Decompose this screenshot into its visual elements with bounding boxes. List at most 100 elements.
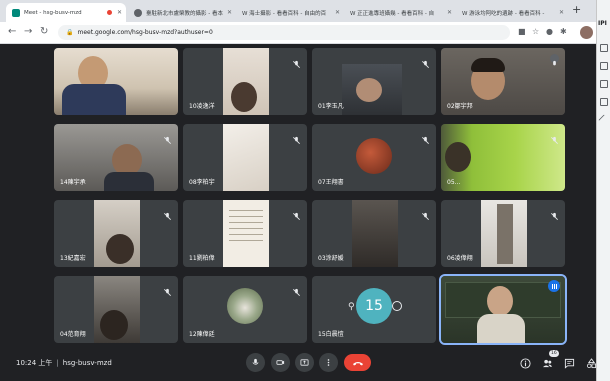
puzzle-icon[interactable]: ✱ [560, 27, 567, 36]
globe-icon [134, 8, 142, 17]
tab-label: Meet - hsg-busv-mzd [24, 9, 82, 16]
lock-icon: 🔒 [66, 29, 74, 36]
chat-button[interactable] [563, 357, 575, 369]
pen-icon[interactable] [598, 114, 610, 126]
participant-tile[interactable]: 07王翔書 [312, 124, 436, 191]
participant-name: 08李柏宇 [189, 179, 215, 186]
participant-name: 14陳宇承 [60, 179, 86, 186]
present-icon [300, 359, 309, 366]
participant-tile[interactable]: 03涂舒媛 [312, 200, 436, 267]
url-field[interactable]: 🔒 meet.google.com/hsg-busv-mzd?authuser=… [58, 25, 510, 40]
shapes-icon [586, 357, 596, 368]
mic-off-icon [163, 206, 172, 220]
mic-off-icon [292, 206, 301, 220]
reload-icon[interactable]: ↻ [40, 26, 48, 37]
recording-dot-icon [107, 10, 112, 15]
participant-tile[interactable]: 06凌偉翔 [441, 200, 565, 267]
people-icon [542, 359, 552, 367]
participant-tile[interactable]: 05... [441, 124, 565, 191]
side-panel-label: IPI [598, 20, 607, 27]
back-arrow-icon[interactable]: ← [8, 26, 16, 37]
meeting-info: 10:24 上午 | hsg-busv-mzd [16, 358, 112, 368]
participant-tile[interactable]: 08李柏宇 [183, 124, 307, 191]
panel-tool-icon[interactable] [600, 62, 608, 70]
tab-3[interactable]: W 海士攝影 - 看看百科 - 自由的百 ✕ [236, 3, 344, 22]
activities-button[interactable] [585, 357, 597, 369]
paper-lines [229, 210, 263, 211]
participant-tile[interactable]: 02鄒宇邦 [441, 48, 565, 115]
close-tab-icon[interactable]: ✕ [227, 9, 232, 16]
participant-name: 10凌逸洋 [189, 103, 215, 110]
present-screen-button[interactable] [295, 353, 314, 372]
remove-icon[interactable] [392, 301, 402, 311]
meeting-code: hsg-busv-mzd [62, 359, 112, 367]
more-options-button[interactable] [319, 353, 338, 372]
leave-call-button[interactable] [344, 354, 371, 371]
bookmark-star-icon[interactable]: ☆ [532, 27, 539, 36]
close-tab-icon[interactable]: ✕ [117, 9, 122, 16]
address-bar: ← → ↻ 🔒 meet.google.com/hsg-busv-mzd?aut… [0, 22, 596, 44]
mic-off-icon [421, 130, 430, 144]
profile-avatar[interactable] [580, 26, 593, 39]
participant-tile[interactable]: 11劉柏偉 [183, 200, 307, 267]
camera-icon [276, 360, 285, 365]
panel-tool-icon[interactable] [600, 80, 608, 88]
avatar: 15 [356, 288, 392, 324]
face [231, 82, 257, 112]
participant-tile[interactable]: 01李玉凡 [312, 48, 436, 115]
participant-tile[interactable] [54, 48, 178, 115]
mic-off-icon [550, 130, 559, 144]
tab-meet[interactable]: Meet - hsg-busv-mzd ✕ [6, 3, 126, 22]
video-feed [352, 200, 398, 267]
face [487, 286, 513, 316]
participant-tile[interactable]: 14陳宇承 [54, 124, 178, 191]
new-tab-button[interactable]: + [572, 3, 581, 16]
video-feed [223, 124, 269, 191]
participants-button[interactable] [541, 357, 553, 369]
participant-name: 03涂舒媛 [318, 255, 344, 262]
extension-icon[interactable]: ● [546, 27, 553, 36]
camera-indicator-icon[interactable]: ■ [518, 27, 526, 36]
forward-arrow-icon[interactable]: → [24, 26, 32, 37]
face [100, 310, 128, 340]
close-tab-icon[interactable]: ✕ [447, 9, 452, 16]
participant-tile-active-speaker[interactable] [439, 274, 567, 345]
shirt [477, 314, 525, 343]
participant-tile[interactable]: 10凌逸洋 [183, 48, 307, 115]
mic-off-icon [421, 54, 430, 68]
tab-5[interactable]: W 游泳均阿吃的遺跡 - 看看百科 - ✕ [456, 3, 568, 22]
close-tab-icon[interactable]: ✕ [335, 9, 340, 16]
avatar [227, 288, 263, 324]
participant-tile[interactable]: 13紀嘉宏 [54, 200, 178, 267]
participant-name: 15白晨愷 [318, 331, 344, 338]
tab-label: W 海士攝影 - 看看百科 - 自由的百 [242, 10, 327, 17]
participant-name: 05... [447, 179, 461, 186]
tab-4[interactable]: W 正正進專班攝幾 - 看看百科 - 自 ✕ [344, 3, 456, 22]
speaking-indicator-icon [548, 280, 560, 292]
face [106, 234, 134, 264]
panel-tool-icon[interactable] [600, 98, 608, 106]
avatar-clock-text: 15 [365, 298, 383, 314]
meeting-time: 10:24 上午 [16, 359, 53, 367]
avatar [356, 138, 392, 174]
participant-count-badge: 16 [549, 350, 559, 357]
participant-name: 12陳偉廷 [189, 331, 215, 338]
camera-button[interactable] [271, 353, 290, 372]
microphone-button[interactable] [246, 353, 265, 372]
pin-icon[interactable]: ⚲ [348, 302, 355, 312]
panel-tool-icon[interactable] [600, 44, 608, 52]
shirt [104, 172, 154, 191]
participant-tile[interactable]: 15 ⚲ 15白晨愷 [312, 276, 436, 343]
participant-tile[interactable]: 04范育翔 [54, 276, 178, 343]
participant-tile[interactable]: 12陳偉廷 [183, 276, 307, 343]
close-tab-icon[interactable]: ✕ [559, 9, 564, 16]
url-text: meet.google.com/hsg-busv-mzd?authuser=0 [77, 29, 213, 36]
hang-up-icon [352, 361, 363, 365]
mic-off-icon [550, 54, 559, 66]
mic-off-icon [292, 54, 301, 68]
participant-name: 07王翔書 [318, 179, 344, 186]
meeting-details-button[interactable] [519, 357, 531, 369]
doorframe [497, 204, 513, 264]
tab-2[interactable]: 臺駐新北市盧榮教的攝影 - 看本 ✕ [128, 3, 236, 22]
side-panel-strip: IPI [596, 0, 610, 381]
